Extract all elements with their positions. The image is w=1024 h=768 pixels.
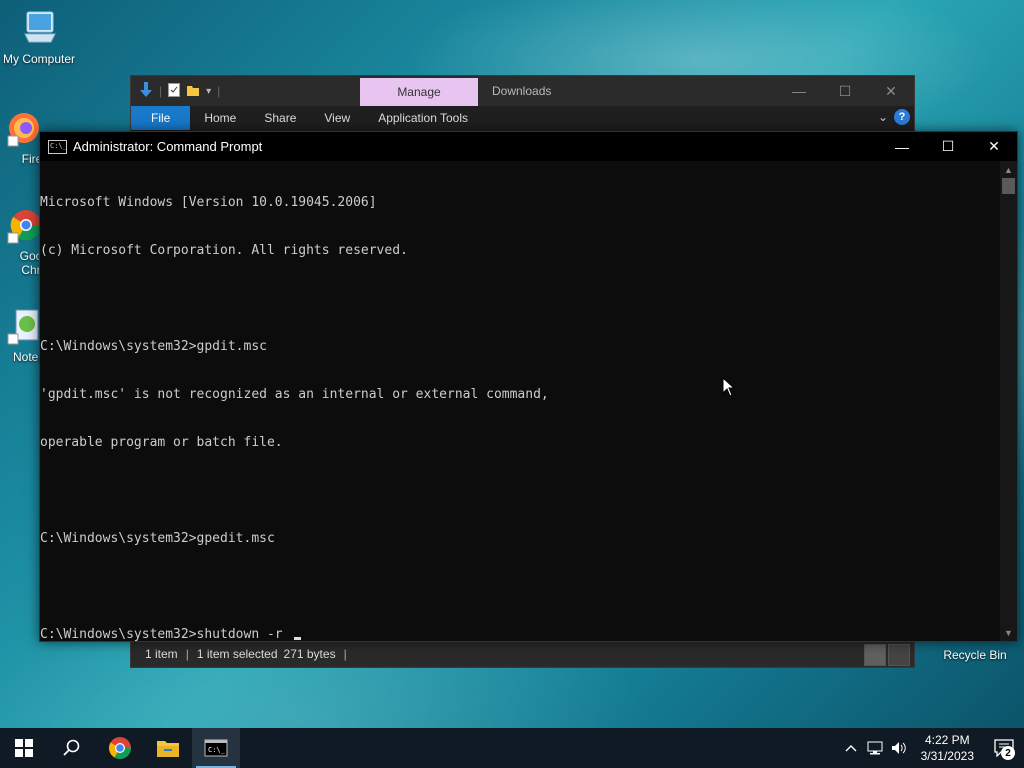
tab-home[interactable]: Home bbox=[190, 106, 250, 130]
cmd-console-output[interactable]: Microsoft Windows [Version 10.0.19045.20… bbox=[40, 161, 1000, 643]
taskbar: C:\_ 4:22 PM 3/31/2023 2 bbox=[0, 728, 1024, 768]
terminal-icon: C:\_ bbox=[204, 739, 228, 757]
network-icon[interactable] bbox=[863, 741, 887, 755]
tab-application-tools[interactable]: Application Tools bbox=[364, 106, 482, 130]
command-prompt-window[interactable]: C:\_ Administrator: Command Prompt — ☐ ✕… bbox=[39, 131, 1018, 642]
explorer-window-title: Downloads bbox=[492, 84, 552, 98]
qat-separator: | bbox=[217, 84, 221, 98]
console-line: C:\Windows\system32>gpdit.msc bbox=[40, 339, 267, 354]
explorer-close-button[interactable]: ✕ bbox=[868, 76, 914, 106]
scroll-down-arrow-icon[interactable]: ▼ bbox=[1000, 624, 1017, 641]
cmd-maximize-button[interactable]: ☐ bbox=[925, 132, 971, 161]
chrome-icon bbox=[2, 205, 42, 245]
explorer-titlebar[interactable]: | ▾ | Manage Downloads — ☐ ✕ bbox=[131, 76, 914, 106]
cmd-minimize-button[interactable]: — bbox=[879, 132, 925, 161]
windows-logo-icon bbox=[15, 739, 33, 757]
system-tray: 4:22 PM 3/31/2023 2 bbox=[839, 728, 1024, 768]
help-icon[interactable]: ? bbox=[894, 109, 910, 125]
taskbar-file-explorer-button[interactable] bbox=[144, 728, 192, 768]
explorer-minimize-button[interactable]: — bbox=[776, 76, 822, 106]
start-button[interactable] bbox=[0, 728, 48, 768]
ribbon-expand-icon[interactable]: ⌄ bbox=[878, 110, 888, 124]
explorer-ribbon: File Home Share View Application Tools ⌄… bbox=[131, 106, 914, 130]
firefox-icon bbox=[2, 108, 42, 148]
action-center-button[interactable]: 2 bbox=[984, 728, 1024, 768]
console-line: operable program or batch file. bbox=[40, 435, 283, 450]
clock-time: 4:22 PM bbox=[924, 733, 970, 747]
properties-icon[interactable] bbox=[168, 82, 181, 100]
console-line: C:\Windows\system32>gpedit.msc bbox=[40, 531, 275, 546]
tab-file[interactable]: File bbox=[131, 106, 191, 130]
console-input-line[interactable]: C:\Windows\system32>shutdown -r bbox=[40, 627, 1000, 643]
qat-dropdown-icon[interactable]: ▾ bbox=[206, 86, 211, 97]
tab-view[interactable]: View bbox=[310, 106, 364, 130]
mouse-pointer-icon bbox=[722, 376, 736, 402]
qat-separator: | bbox=[159, 84, 163, 98]
cmd-titlebar[interactable]: C:\_ Administrator: Command Prompt — ☐ ✕ bbox=[40, 132, 1017, 161]
desktop-icon-my-computer[interactable]: My Computer bbox=[1, 8, 77, 66]
search-button[interactable] bbox=[48, 728, 96, 768]
tab-share[interactable]: Share bbox=[250, 106, 310, 130]
explorer-maximize-button[interactable]: ☐ bbox=[822, 76, 868, 106]
text-cursor bbox=[294, 637, 302, 640]
scrollbar-thumb[interactable] bbox=[1002, 178, 1015, 194]
show-hidden-icons-chevron-icon[interactable] bbox=[839, 744, 863, 752]
taskbar-clock[interactable]: 4:22 PM 3/31/2023 bbox=[911, 732, 984, 764]
tab-manage[interactable]: Manage bbox=[360, 78, 478, 106]
console-command-text: C:\Windows\system32>shutdown -r bbox=[40, 627, 291, 642]
chrome-icon bbox=[109, 737, 131, 759]
volume-icon[interactable] bbox=[887, 741, 911, 755]
computer-icon bbox=[19, 8, 59, 48]
search-icon bbox=[63, 739, 80, 756]
folder-icon bbox=[157, 741, 179, 757]
notepad-icon bbox=[2, 306, 42, 346]
taskbar-chrome-button[interactable] bbox=[96, 728, 144, 768]
svg-text:C:\_: C:\_ bbox=[208, 746, 226, 754]
download-arrow-icon[interactable] bbox=[139, 81, 153, 101]
cmd-close-button[interactable]: ✕ bbox=[971, 132, 1017, 161]
notification-count-badge: 2 bbox=[1001, 746, 1015, 760]
desktop-icon-label: My Computer bbox=[2, 52, 76, 66]
cmd-app-icon: C:\_ bbox=[48, 139, 67, 154]
clock-date: 3/31/2023 bbox=[920, 749, 974, 763]
cmd-window-title: Administrator: Command Prompt bbox=[73, 139, 263, 154]
quick-access-toolbar: | ▾ | bbox=[131, 81, 221, 101]
new-folder-icon[interactable] bbox=[186, 83, 200, 100]
console-line: (c) Microsoft Corporation. All rights re… bbox=[40, 243, 408, 258]
console-line: Microsoft Windows [Version 10.0.19045.20… bbox=[40, 195, 377, 210]
scroll-up-arrow-icon[interactable]: ▲ bbox=[1000, 161, 1017, 178]
console-line: 'gpdit.msc' is not recognized as an inte… bbox=[40, 387, 549, 402]
taskbar-command-prompt-button[interactable]: C:\_ bbox=[192, 728, 240, 768]
cmd-scrollbar[interactable]: ▲ ▼ bbox=[1000, 161, 1017, 641]
